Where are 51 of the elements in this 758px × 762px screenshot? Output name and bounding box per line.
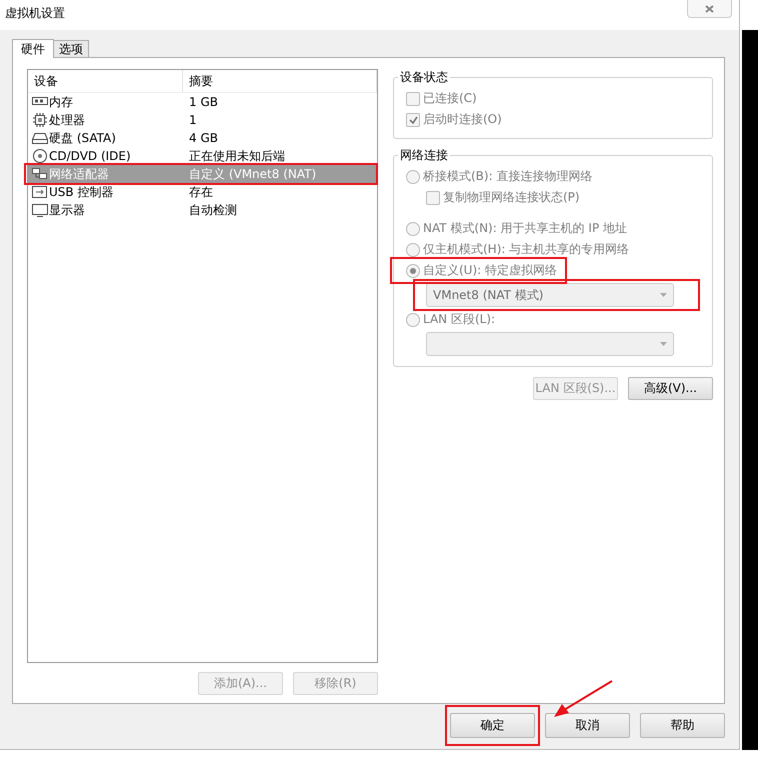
option-label: 已连接(C) (423, 90, 477, 107)
device-name: 硬盘 (SATA) (49, 130, 116, 147)
device-summary: 存在 (188, 184, 214, 201)
device-summary: 4 GB (188, 130, 219, 147)
close-button[interactable] (687, 0, 732, 18)
list-row[interactable]: 显示器 自动检测 (28, 201, 377, 219)
device-name: 网络适配器 (49, 166, 109, 183)
caret-icon (660, 342, 667, 346)
list-row[interactable]: 内存 1 GB (28, 93, 377, 111)
group-title: 设备状态 (398, 69, 450, 85)
option-label: 自定义(U): 特定虚拟网络 (423, 262, 558, 279)
option-label: NAT 模式(N): 用于共享主机的 IP 地址 (423, 220, 627, 237)
list-row[interactable]: CD/DVD (IDE) 正在使用未知后端 (28, 147, 377, 165)
usb-icon (32, 185, 48, 199)
column-header: 摘要 (183, 70, 377, 92)
option-label: 桥接模式(B): 直接连接物理网络 (423, 168, 592, 185)
check-icon (408, 116, 418, 124)
option-label: LAN 区段(L): (423, 311, 496, 328)
option-label: 复制物理网络连接状态(P) (443, 189, 580, 206)
window-title: 虚拟机设置 (5, 5, 65, 22)
device-summary: 正在使用未知后端 (188, 148, 286, 165)
device-summary: 1 GB (188, 94, 219, 111)
list-row[interactable]: USB 控制器 存在 (28, 183, 377, 201)
option-label: 启动时连接(O) (423, 111, 502, 128)
device-summary: 自定义 (VMnet8 (NAT) (188, 166, 318, 183)
tab[interactable]: 硬件 (12, 39, 54, 58)
close-icon (705, 4, 714, 12)
tab[interactable]: 选项 (53, 40, 89, 57)
button[interactable]: 取消 (545, 713, 630, 738)
dropdown-value: VMnet8 (NAT 模式) (433, 286, 544, 304)
group-title: 网络连接 (398, 147, 450, 163)
device-name: 显示器 (49, 202, 85, 219)
device-name: 内存 (49, 94, 73, 111)
device-name: USB 控制器 (49, 184, 114, 201)
list-row[interactable]: 硬盘 (SATA) 4 GB (28, 129, 377, 147)
button[interactable]: 确定 (450, 713, 535, 738)
device-name: 处理器 (49, 112, 85, 129)
device-summary: 自动检测 (188, 202, 238, 219)
device-summary: 1 (188, 112, 198, 129)
network-icon (32, 167, 48, 181)
disc-icon (32, 149, 48, 163)
button[interactable]: 帮助 (640, 713, 725, 738)
device-name: CD/DVD (IDE) (49, 148, 131, 165)
monitor-icon (32, 203, 48, 217)
list-row[interactable]: 处理器 1 (28, 111, 377, 129)
drive-icon (32, 131, 48, 145)
option-label: 仅主机模式(H): 与主机共享的专用网络 (423, 241, 630, 258)
column-header: 设备 (28, 70, 183, 92)
chip-icon (32, 113, 48, 127)
button[interactable]: 高级(V)... (628, 377, 713, 400)
caret-icon (660, 293, 667, 297)
